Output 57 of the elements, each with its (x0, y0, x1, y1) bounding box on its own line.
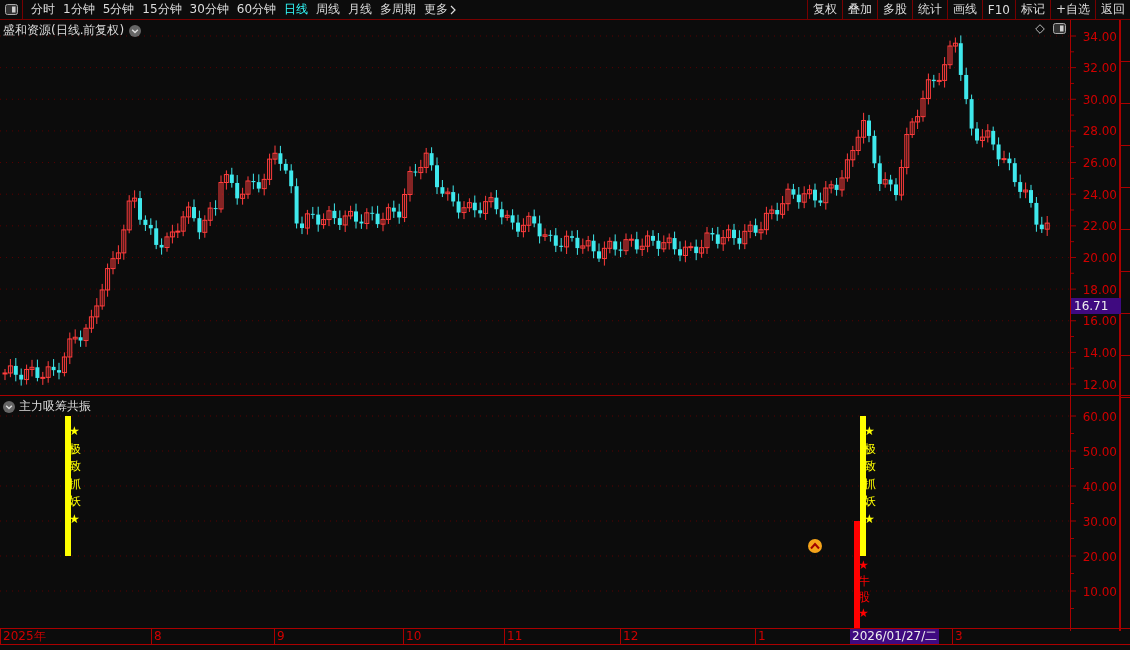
axis-label: 22.00 (1082, 219, 1117, 234)
axis-label: 24.00 (1082, 187, 1117, 202)
period-tab[interactable]: 15分钟 (138, 1, 186, 18)
period-tab[interactable]: 60分钟 (232, 1, 281, 18)
toolbar-button[interactable]: 统计 (911, 0, 947, 19)
diamond-icon[interactable] (1035, 23, 1045, 34)
axis-label: 20.00 (1082, 251, 1117, 265)
panel-toggle-icon[interactable] (4, 4, 18, 15)
date-label: 8 (151, 629, 164, 644)
date-label: 11 (504, 629, 525, 644)
period-tab[interactable]: 1分钟 (59, 1, 99, 18)
axis-label: 30.00 (1082, 514, 1117, 529)
axis-label: 28.00 (1082, 124, 1117, 139)
axis-label: 12.00 (1082, 377, 1117, 392)
panel-toggle-icon[interactable] (1053, 23, 1066, 34)
axis-label: 34.00 (1082, 29, 1117, 44)
toolbar-button[interactable]: 返回 (1095, 0, 1130, 19)
period-tab[interactable]: 5分钟 (98, 1, 139, 18)
toolbar-button[interactable]: 多股 (876, 0, 912, 19)
period-tab[interactable]: 更多 (420, 1, 461, 18)
period-tab[interactable]: 30分钟 (185, 1, 233, 18)
toolbar-button[interactable]: 画线 (946, 0, 982, 19)
date-label: 1 (755, 629, 768, 644)
axis-label: 16.00 (1082, 314, 1117, 329)
toolbar-button[interactable]: F10 (981, 0, 1015, 19)
axis-label: 30.00 (1082, 92, 1117, 107)
toolbar-button[interactable]: 复权 (806, 0, 842, 19)
period-tab[interactable]: 月线 (344, 1, 377, 18)
period-tab[interactable]: 分时 (27, 1, 59, 18)
axis-label: 26.00 (1082, 156, 1117, 171)
toolbar-button[interactable]: 叠加 (841, 0, 877, 19)
axis-label: 20.00 (1082, 549, 1117, 564)
chart-title: 盛和资源(日线.前复权) (3, 22, 125, 39)
axis-label: 50.00 (1082, 444, 1117, 459)
date-label: 10 (403, 629, 424, 644)
dropdown-icon[interactable] (129, 24, 142, 37)
price-badge: 16.71 (1071, 298, 1121, 314)
toolbar-button[interactable]: +自选 (1049, 0, 1095, 19)
toolbar-button[interactable]: 标记 (1014, 0, 1050, 19)
date-label: 9 (274, 629, 287, 644)
axis-label: 14.00 (1082, 345, 1117, 360)
chevron-icon (450, 4, 457, 15)
indicator-title: 主力吸筹共振 (19, 398, 91, 415)
date-label: 3 (952, 629, 965, 644)
up-arrow-icon (808, 539, 822, 553)
axis-label: 18.00 (1082, 282, 1117, 297)
date-label: 2026/01/27/二 (850, 629, 940, 644)
period-tab[interactable]: 周线 (312, 1, 345, 18)
date-label: 12 (620, 629, 641, 644)
axis-label: 60.00 (1082, 409, 1117, 424)
axis-label: 40.00 (1082, 479, 1117, 494)
axis-label: 10.00 (1082, 584, 1117, 599)
period-tab[interactable]: 多周期 (376, 1, 421, 18)
period-tab[interactable]: 日线 (280, 1, 313, 18)
date-label: 2025年 (0, 629, 48, 644)
axis-label: 32.00 (1082, 61, 1117, 76)
dropdown-icon[interactable] (3, 400, 15, 413)
